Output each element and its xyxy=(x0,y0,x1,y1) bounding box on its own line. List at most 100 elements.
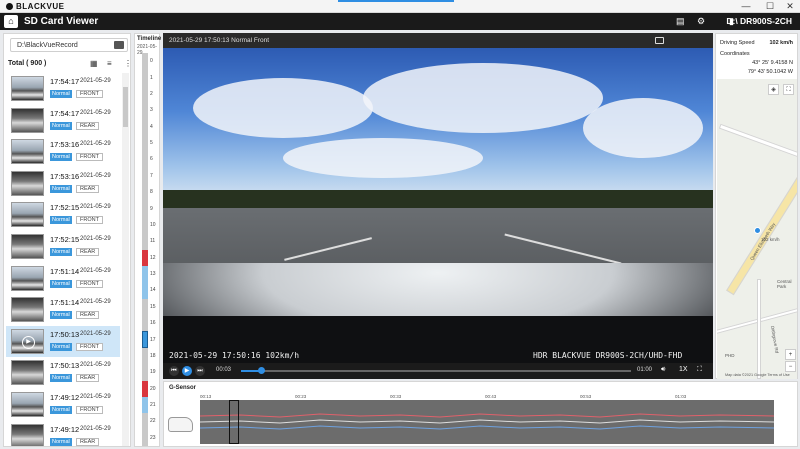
video-thumbnail[interactable] xyxy=(11,76,44,101)
car-icon xyxy=(168,417,193,432)
video-thumbnail[interactable] xyxy=(11,139,44,165)
video-thumbnail[interactable] xyxy=(11,391,44,417)
map-place-label: PHD xyxy=(725,353,735,358)
video-thumbnail[interactable] xyxy=(11,297,44,323)
list-item[interactable]: ▶ 17:50:13 2021-05-29 Normal FRONT xyxy=(6,325,120,358)
list-item[interactable]: 17:52:15 2021-05-29 Normal FRONT xyxy=(6,199,120,231)
more-options-icon[interactable]: ⋮ xyxy=(124,59,132,68)
g-sensor-tick: 00:13 xyxy=(200,394,212,399)
map-view[interactable]: Queen Elizabeth Way 102 km/h Central Par… xyxy=(717,79,797,379)
playback-controls: ⏮ ▶ ⏭ 00:03 01:00 🔊︎ 1X ⛶ xyxy=(163,363,713,379)
play-button[interactable]: ▶ xyxy=(182,366,192,376)
play-icon[interactable]: ▶ xyxy=(22,335,35,349)
file-copy-icon[interactable]: ▤ xyxy=(676,16,685,27)
file-date: 2021-05-29 xyxy=(80,425,111,432)
scrollbar-thumb[interactable] xyxy=(123,87,128,127)
file-time: 17:53:16 xyxy=(50,140,80,150)
map-layers-icon[interactable]: ◈ xyxy=(768,84,779,95)
close-button[interactable]: ✕ xyxy=(780,0,800,12)
list-item[interactable]: 17:52:15 2021-05-29 Normal REAR xyxy=(6,231,120,263)
video-thumbnail[interactable] xyxy=(11,360,44,386)
list-item[interactable]: 17:53:16 2021-05-29 Normal REAR xyxy=(6,168,120,200)
location-pin-icon xyxy=(754,227,761,234)
speed-value: 102 km/h xyxy=(769,40,793,46)
scrollbar[interactable] xyxy=(122,73,129,446)
file-time: 17:49:12 xyxy=(50,392,80,402)
camera-badge: FRONT xyxy=(76,405,103,414)
video-thumbnail[interactable] xyxy=(11,107,44,133)
video-thumbnail[interactable]: ▶ xyxy=(11,328,44,354)
logo-text: BLACKVUE xyxy=(16,2,65,11)
status-badge: Normal xyxy=(50,121,72,130)
timeline-hour-label: 20 xyxy=(150,385,156,392)
g-sensor-title: G-Sensor xyxy=(169,385,197,391)
list-item[interactable]: 17:49:12 2021-05-29 Normal FRONT xyxy=(6,389,120,421)
playback-speed[interactable]: 1X xyxy=(679,366,688,373)
next-icon[interactable]: ⏭ xyxy=(195,366,205,376)
list-item[interactable]: 17:49:12 2021-05-29 Normal REAR xyxy=(6,421,120,446)
logo-icon xyxy=(6,3,13,10)
status-badge: Normal xyxy=(50,216,72,225)
timeline-segment[interactable] xyxy=(142,282,148,299)
list-item[interactable]: 17:51:14 2021-05-29 Normal REAR xyxy=(6,294,120,326)
video-thumbnail[interactable] xyxy=(11,170,44,196)
map-fullscreen-icon[interactable]: ⛶ xyxy=(783,84,794,95)
status-badge: Normal xyxy=(50,279,72,288)
seek-bar[interactable] xyxy=(241,367,631,374)
timeline-hour-label: 3 xyxy=(150,107,153,114)
zoom-in-button[interactable]: + xyxy=(785,349,796,360)
list-item[interactable]: 17:54:17 2021-05-29 Normal FRONT xyxy=(6,73,120,105)
timeline-segment[interactable] xyxy=(142,396,148,414)
video-thumbnail[interactable] xyxy=(11,423,44,446)
timeline-hour-label: 1 xyxy=(150,74,153,81)
volume-icon[interactable]: 🔊︎ xyxy=(661,366,665,374)
app-header: ⌂ SD Card Viewer ▤ ⚙ ▮ D:\ DR900S-2CH xyxy=(0,13,800,30)
video-thumbnail[interactable] xyxy=(11,265,44,291)
snapshot-camera-icon[interactable] xyxy=(655,37,664,44)
list-item[interactable]: 17:50:13 2021-05-29 Normal REAR xyxy=(6,357,120,389)
longitude: 79° 43' 50.1042 W xyxy=(747,69,793,75)
gear-icon[interactable]: ⚙ xyxy=(697,16,705,27)
fullscreen-icon[interactable]: ⛶ xyxy=(697,366,702,374)
camera-badge: REAR xyxy=(76,374,100,383)
list-item[interactable]: 17:54:17 2021-05-29 Normal REAR xyxy=(6,105,120,137)
home-button[interactable]: ⌂ xyxy=(4,15,18,28)
file-time: 17:53:16 xyxy=(50,171,80,181)
filter-icon[interactable]: ≡ xyxy=(107,59,112,68)
status-badge: Normal xyxy=(50,311,72,320)
minimize-button[interactable]: — xyxy=(736,0,756,12)
video-frame xyxy=(163,48,713,206)
timeline-hour-label: 6 xyxy=(150,156,153,163)
timeline-segment[interactable] xyxy=(142,380,148,397)
timeline-segment[interactable] xyxy=(142,265,148,283)
folder-path-field[interactable]: D:\BlackVueRecord xyxy=(10,38,128,52)
file-time: 17:49:12 xyxy=(50,424,80,434)
timeline-bar[interactable] xyxy=(142,53,148,446)
seek-handle[interactable] xyxy=(257,367,265,374)
list-item[interactable]: 17:53:16 2021-05-29 Normal FRONT xyxy=(6,136,120,168)
list-item[interactable]: 17:51:14 2021-05-29 Normal FRONT xyxy=(6,263,120,295)
video-thumbnail[interactable] xyxy=(11,202,44,228)
g-sensor-selection[interactable] xyxy=(229,400,239,444)
zoom-out-button[interactable]: − xyxy=(785,361,796,372)
file-time: 17:52:15 xyxy=(50,203,80,213)
timeline-hour-label: 8 xyxy=(150,189,153,196)
timeline-hour-label: 9 xyxy=(150,205,153,212)
calendar-icon[interactable]: ▦ xyxy=(90,59,98,68)
maximize-button[interactable]: ☐ xyxy=(760,0,780,12)
timeline-segment[interactable] xyxy=(142,331,148,348)
map-road xyxy=(718,123,797,160)
previous-icon[interactable]: ⏮ xyxy=(169,366,179,376)
g-sensor-lines xyxy=(199,413,775,430)
timeline-segment[interactable] xyxy=(142,249,148,266)
video-thumbnail[interactable] xyxy=(11,233,44,259)
camera-badge: REAR xyxy=(76,311,100,320)
g-sensor-graph[interactable] xyxy=(199,400,775,444)
status-badge: Normal xyxy=(50,374,72,383)
timeline-hour-label: 5 xyxy=(150,140,153,147)
folder-icon[interactable] xyxy=(114,41,124,49)
g-sensor-tick: 00:33 xyxy=(390,394,402,399)
file-sidebar: D:\BlackVueRecord Total ( 900 ) ▦ ≡ ⋮ 17… xyxy=(3,33,132,447)
timeline-hour-label: 7 xyxy=(150,172,153,179)
timeline-hour-label: 23 xyxy=(150,434,156,441)
